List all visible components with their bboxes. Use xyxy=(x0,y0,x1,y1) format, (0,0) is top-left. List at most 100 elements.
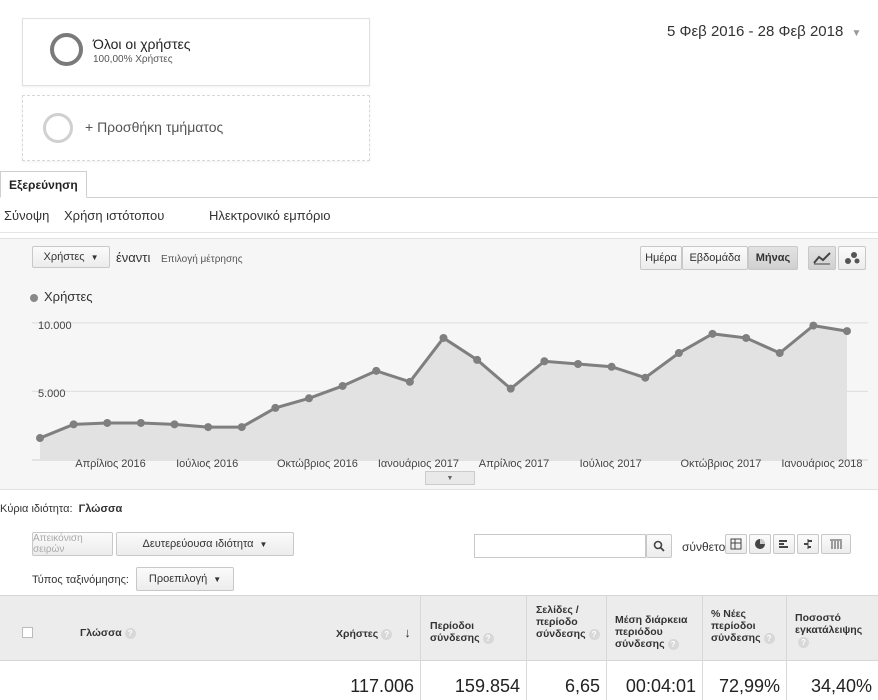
header-avg-duration[interactable]: Μέση διάρκεια περιόδου σύνδεσης? xyxy=(615,614,699,650)
header-language[interactable]: Γλώσσα? xyxy=(80,627,136,639)
add-segment-box[interactable]: + Προσθήκη τμήματος xyxy=(22,95,370,161)
x-tick-label: Οκτώβριος 2017 xyxy=(680,458,762,470)
chevron-down-icon: ▼ xyxy=(90,252,99,262)
data-point[interactable] xyxy=(103,418,112,427)
data-point[interactable] xyxy=(237,423,246,432)
line-chart-icon[interactable] xyxy=(808,246,836,270)
chart-resize-handle[interactable]: ▼ xyxy=(425,471,475,485)
segment-ring-empty-icon xyxy=(43,113,73,143)
col-divider xyxy=(606,595,607,700)
pivot-view-icon[interactable] xyxy=(821,534,851,554)
total-sessions: 159.854 xyxy=(454,676,520,696)
data-point[interactable] xyxy=(574,360,582,368)
data-point[interactable] xyxy=(540,357,549,366)
search-button[interactable] xyxy=(646,534,672,558)
users-line-chart xyxy=(32,321,868,464)
data-point[interactable] xyxy=(473,355,482,364)
add-segment-link[interactable]: + Προσθήκη τμήματος xyxy=(85,119,223,135)
help-icon: ? xyxy=(588,628,600,640)
sort-type-label: Τύπος ταξινόμησης: xyxy=(32,574,129,586)
chevron-down-icon: ▼ xyxy=(259,539,268,549)
col-divider xyxy=(702,595,703,700)
data-point[interactable] xyxy=(271,403,280,412)
table-search-input[interactable] xyxy=(474,534,646,558)
data-point[interactable] xyxy=(607,362,616,371)
data-point[interactable] xyxy=(36,434,44,443)
versus-label: έναντι xyxy=(116,250,151,265)
chevron-down-icon: ▼ xyxy=(446,474,454,482)
select-all-checkbox[interactable] xyxy=(22,627,33,638)
primary-dimension-value: Γλώσσα xyxy=(78,503,123,515)
segment-subtitle: 100,00% Χρήστες xyxy=(93,54,173,65)
secondary-dimension-dropdown[interactable]: Δευτερεύουσα ιδιότητα ▼ xyxy=(116,532,294,556)
data-point[interactable] xyxy=(305,394,313,403)
metric-selector-label: Χρήστες xyxy=(43,251,85,263)
metric-selector[interactable]: Χρήστες ▼ xyxy=(32,246,110,268)
header-sessions-label: Περίοδοι σύνδεσης xyxy=(430,620,480,644)
x-tick-label: Ιανουάριος 2017 xyxy=(377,458,459,470)
advanced-filter-link[interactable]: σύνθετο xyxy=(682,540,725,554)
col-divider xyxy=(420,595,421,700)
data-point[interactable] xyxy=(708,329,717,338)
table-view-icon[interactable] xyxy=(725,534,747,554)
chevron-down-icon: ▼ xyxy=(213,574,222,584)
tab-bar-divider xyxy=(0,197,878,198)
header-language-label: Γλώσσα xyxy=(80,627,122,639)
primary-dimension: Κύρια ιδιότητα: Γλώσσα xyxy=(0,503,122,515)
data-point[interactable] xyxy=(809,321,818,330)
data-point[interactable] xyxy=(742,333,751,342)
data-point[interactable] xyxy=(170,420,179,429)
header-users[interactable]: Χρήστες? ↓ xyxy=(336,626,411,640)
x-tick-label: Απρίλιος 2016 xyxy=(75,458,146,470)
help-icon: ? xyxy=(763,632,775,644)
bar-view-icon[interactable] xyxy=(773,534,795,554)
data-point[interactable] xyxy=(641,373,650,382)
data-point[interactable] xyxy=(439,333,448,342)
day-button[interactable]: Ημέρα xyxy=(640,246,682,270)
select-metric-link[interactable]: Επιλογή μέτρησης xyxy=(161,254,243,265)
subtab-site-usage[interactable]: Χρήση ιστότοπου xyxy=(64,208,164,223)
segment-ring-icon xyxy=(50,33,83,66)
help-icon: ? xyxy=(124,627,136,639)
compare-view-icon[interactable] xyxy=(797,534,819,554)
segment-title: Όλοι οι χρήστες xyxy=(93,36,191,52)
header-sessions[interactable]: Περίοδοι σύνδεσης? xyxy=(430,620,508,644)
data-point[interactable] xyxy=(405,377,414,386)
date-range-text: 5 Φεβ 2016 - 28 Φεβ 2018 xyxy=(667,23,844,40)
header-bounce-label: Ποσοστό εγκατάλειψης xyxy=(795,612,863,636)
plot-rows-button[interactable]: Απεικόνιση σειρών xyxy=(32,532,113,556)
data-point[interactable] xyxy=(843,327,851,336)
help-icon: ? xyxy=(667,638,679,650)
pie-view-icon[interactable] xyxy=(749,534,771,554)
legend-dot-icon xyxy=(30,293,38,302)
legend-label: Χρήστες xyxy=(44,289,93,304)
series-area xyxy=(40,325,847,460)
subtab-overview[interactable]: Σύνοψη xyxy=(4,208,49,223)
data-point[interactable] xyxy=(338,381,347,390)
help-icon: ? xyxy=(798,636,809,648)
week-button[interactable]: Εβδομάδα xyxy=(682,246,748,270)
data-point[interactable] xyxy=(372,366,381,375)
header-users-label: Χρήστες xyxy=(336,628,379,640)
data-point[interactable] xyxy=(204,423,213,432)
motion-chart-icon[interactable] xyxy=(838,246,866,270)
data-point[interactable] xyxy=(775,349,784,358)
month-button[interactable]: Μήνας xyxy=(748,246,798,270)
data-point[interactable] xyxy=(136,418,145,427)
tab-explore[interactable]: Εξερεύνηση xyxy=(0,171,87,198)
data-point[interactable] xyxy=(69,420,78,429)
date-range-picker[interactable]: 5 Φεβ 2016 - 28 Φεβ 2018 ▼ xyxy=(667,23,861,40)
total-bounce-rate: 34,40% xyxy=(810,676,872,696)
sort-type-dropdown[interactable]: Προεπιλογή ▼ xyxy=(136,567,234,591)
chart-legend: Χρήστες xyxy=(30,289,93,304)
subtab-ecommerce[interactable]: Ηλεκτρονικό εμπόριο xyxy=(209,208,331,223)
total-avg-duration: 00:04:01 xyxy=(625,676,696,696)
x-tick-label: Ιούλιος 2016 xyxy=(176,458,239,470)
col-divider xyxy=(526,595,527,700)
header-new-sessions[interactable]: % Νέες περίοδοι σύνδεσης? xyxy=(711,608,775,644)
segment-all-users[interactable]: Όλοι οι χρήστες 100,00% Χρήστες xyxy=(22,18,370,86)
header-bounce-rate[interactable]: Ποσοστό εγκατάλειψης? xyxy=(795,612,875,648)
data-point[interactable] xyxy=(506,384,515,393)
header-pages-per-session[interactable]: Σελίδες / περίοδο σύνδεσης? xyxy=(536,604,600,640)
data-point[interactable] xyxy=(674,349,683,358)
